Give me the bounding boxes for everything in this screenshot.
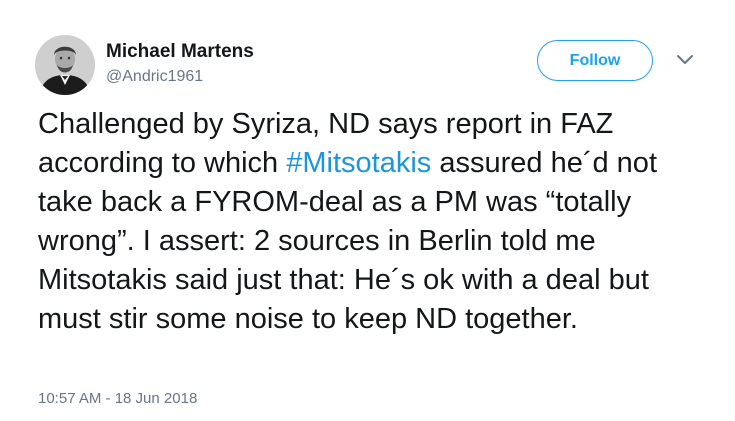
hashtag-link[interactable]: #Mitsotakis <box>286 147 431 179</box>
display-name[interactable]: Michael Martens <box>106 41 254 63</box>
avatar-portrait <box>35 35 95 95</box>
tweet-text: Challenged by Syriza, ND says report in … <box>38 105 718 339</box>
tweet-timestamp[interactable]: 10:57 AM - 18 Jun 2018 <box>38 390 197 407</box>
chevron-down-icon[interactable] <box>676 54 694 66</box>
tweet-card: Michael Martens @Andric1961 Follow Chall… <box>0 0 735 421</box>
avatar[interactable] <box>35 35 95 95</box>
follow-button[interactable]: Follow <box>537 40 653 81</box>
user-handle[interactable]: @Andric1961 <box>106 68 203 86</box>
